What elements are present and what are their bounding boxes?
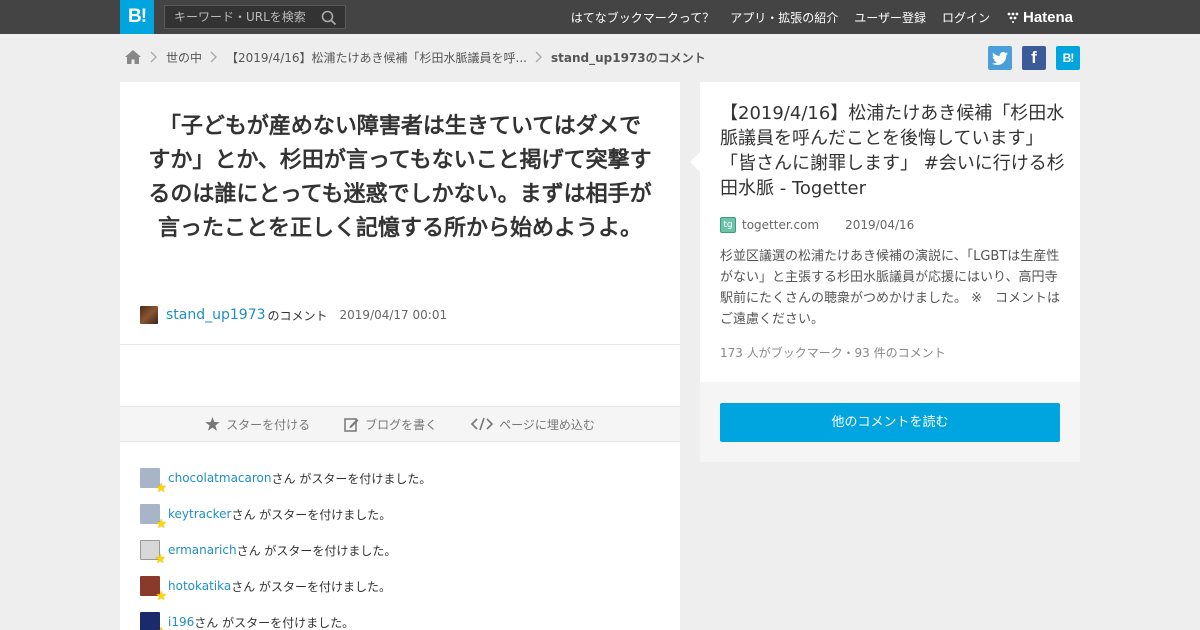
comment-text: 「子どもが産めない障害者は生きていてはダメですか」とか、杉田が言ってもないこと掲… bbox=[148, 114, 652, 241]
embed-label: ページに埋め込む bbox=[499, 417, 595, 432]
avatar[interactable]: ★ bbox=[140, 468, 167, 495]
home-icon[interactable] bbox=[124, 49, 142, 65]
entry-card: 【2019/4/16】松浦たけあき候補「杉田水脈議員を呼んだことを後悔しています… bbox=[690, 82, 1080, 382]
read-more-button[interactable]: 他のコメントを読む bbox=[720, 403, 1060, 442]
star-suffix: さん がスターを付けました。 bbox=[231, 507, 392, 522]
comment-card: 「子どもが産めない障害者は生きていてはダメですか」とか、杉田が言ってもないこと掲… bbox=[120, 82, 680, 630]
breadcrumb-entry[interactable]: 【2019/4/16】松浦たけあき候補「杉田水脈議員を呼... bbox=[226, 49, 527, 66]
read-more-area: 他のコメントを読む bbox=[700, 382, 1080, 462]
chevron-right-icon bbox=[210, 51, 218, 63]
list-item: ★ chocolatmacaron さん がスターを付けました。 bbox=[140, 460, 660, 496]
write-blog-label: ブログを書く bbox=[365, 417, 438, 432]
star-suffix: さん がスターを付けました。 bbox=[231, 579, 392, 594]
comment-suffix: のコメント bbox=[267, 308, 328, 323]
star-icon: ★ bbox=[155, 517, 167, 532]
entry-title[interactable]: 【2019/4/16】松浦たけあき候補「杉田水脈議員を呼んだことを後悔しています… bbox=[720, 101, 1065, 201]
hatena-bookmark-logo[interactable]: B! bbox=[120, 0, 154, 34]
star-icon: ★ bbox=[155, 589, 167, 604]
hatena-icon bbox=[1007, 12, 1019, 23]
breadcrumb-category[interactable]: 世の中 bbox=[166, 49, 202, 66]
nav-login[interactable]: ログイン bbox=[942, 9, 990, 26]
star-user-link[interactable]: hotokatika bbox=[168, 579, 231, 593]
star-list: ★ chocolatmacaron さん がスターを付けました。 ★ keytra… bbox=[140, 460, 660, 630]
star-icon bbox=[205, 417, 220, 431]
list-item: ★ hotokatika さん がスターを付けました。 bbox=[140, 568, 660, 604]
avatar[interactable] bbox=[140, 306, 158, 324]
entry-date: 2019/04/16 bbox=[845, 218, 915, 232]
twitter-icon bbox=[992, 51, 1008, 65]
hatena-brand[interactable]: Hatena bbox=[1006, 8, 1073, 26]
search-icon[interactable] bbox=[321, 10, 337, 26]
chevron-right-icon bbox=[150, 51, 157, 63]
entry-site: tg togetter.com 2019/04/16 bbox=[720, 216, 914, 234]
star-icon: ★ bbox=[155, 626, 167, 630]
breadcrumb: 世の中 【2019/4/16】松浦たけあき候補「杉田水脈議員を呼... stan… bbox=[124, 46, 706, 68]
divider bbox=[120, 344, 680, 345]
code-icon bbox=[471, 417, 494, 431]
nav-register[interactable]: ユーザー登録 bbox=[854, 9, 926, 26]
embed-button[interactable]: ページに埋め込む bbox=[471, 416, 595, 433]
nav-about[interactable]: はてなブックマークって？ bbox=[571, 9, 714, 26]
star-suffix: さん がスターを付けました。 bbox=[271, 471, 432, 486]
star-user-link[interactable]: keytracker bbox=[168, 507, 231, 521]
togetter-favicon-icon: tg bbox=[720, 217, 736, 233]
twitter-share-button[interactable] bbox=[988, 46, 1012, 70]
star-user-link[interactable]: ermanarich bbox=[168, 543, 237, 557]
avatar[interactable]: ★ bbox=[140, 576, 167, 603]
add-star-label: スターを付ける bbox=[226, 417, 311, 432]
avatar[interactable]: ★ bbox=[140, 612, 167, 630]
star-icon: ★ bbox=[155, 481, 167, 496]
list-item: ★ keytracker さん がスターを付けました。 bbox=[140, 496, 660, 532]
star-suffix: さん がスターを付けました。 bbox=[236, 543, 397, 558]
star-user-link[interactable]: i196 bbox=[168, 615, 194, 629]
list-item: ★ ermanarich さん がスターを付けました。 bbox=[140, 532, 660, 568]
entry-description: 杉並区議選の松浦たけあき候補の演説に、「LGBTは生産性がない」と主張する杉田水… bbox=[720, 249, 1061, 327]
star-icon: ★ bbox=[154, 552, 166, 567]
nav-apps[interactable]: アプリ・拡張の紹介 bbox=[730, 9, 838, 26]
write-blog-button[interactable]: ブログを書く bbox=[344, 416, 437, 433]
star-suffix: さん がスターを付けました。 bbox=[194, 615, 355, 630]
add-star-button[interactable]: スターを付ける bbox=[205, 416, 310, 433]
hatena-share-button[interactable]: B! bbox=[1056, 46, 1080, 70]
list-item: ★ i196さん がスターを付けました。 bbox=[140, 604, 660, 630]
breadcrumb-current: stand_up1973のコメント bbox=[551, 50, 706, 65]
chevron-right-icon bbox=[535, 51, 542, 63]
top-bar: B! はてなブックマークって？ アプリ・拡張の紹介 ユーザー登録 ログイン Ha… bbox=[0, 0, 1200, 34]
facebook-share-button[interactable]: f bbox=[1022, 46, 1046, 70]
top-nav: はてなブックマークって？ アプリ・拡張の紹介 ユーザー登録 ログイン bbox=[555, 0, 990, 34]
comment-user-link[interactable]: stand_up1973 bbox=[166, 307, 266, 323]
star-user-link[interactable]: chocolatmacaron bbox=[168, 471, 272, 485]
entry-counts[interactable]: 173 人がブックマーク・93 件のコメント bbox=[720, 344, 946, 361]
comment-meta: stand_up1973 のコメント 2019/04/17 00:01 bbox=[140, 304, 447, 326]
search-box[interactable] bbox=[164, 5, 346, 29]
avatar[interactable]: ★ bbox=[140, 540, 166, 566]
entry-domain[interactable]: togetter.com bbox=[742, 218, 819, 232]
avatar[interactable]: ★ bbox=[140, 504, 167, 531]
search-input[interactable] bbox=[165, 6, 315, 28]
hatena-label: Hatena bbox=[1023, 8, 1074, 26]
comment-actions: スターを付ける ブログを書く ページに埋め込む bbox=[120, 406, 680, 442]
edit-icon bbox=[344, 417, 359, 432]
comment-timestamp[interactable]: 2019/04/17 00:01 bbox=[340, 308, 448, 322]
